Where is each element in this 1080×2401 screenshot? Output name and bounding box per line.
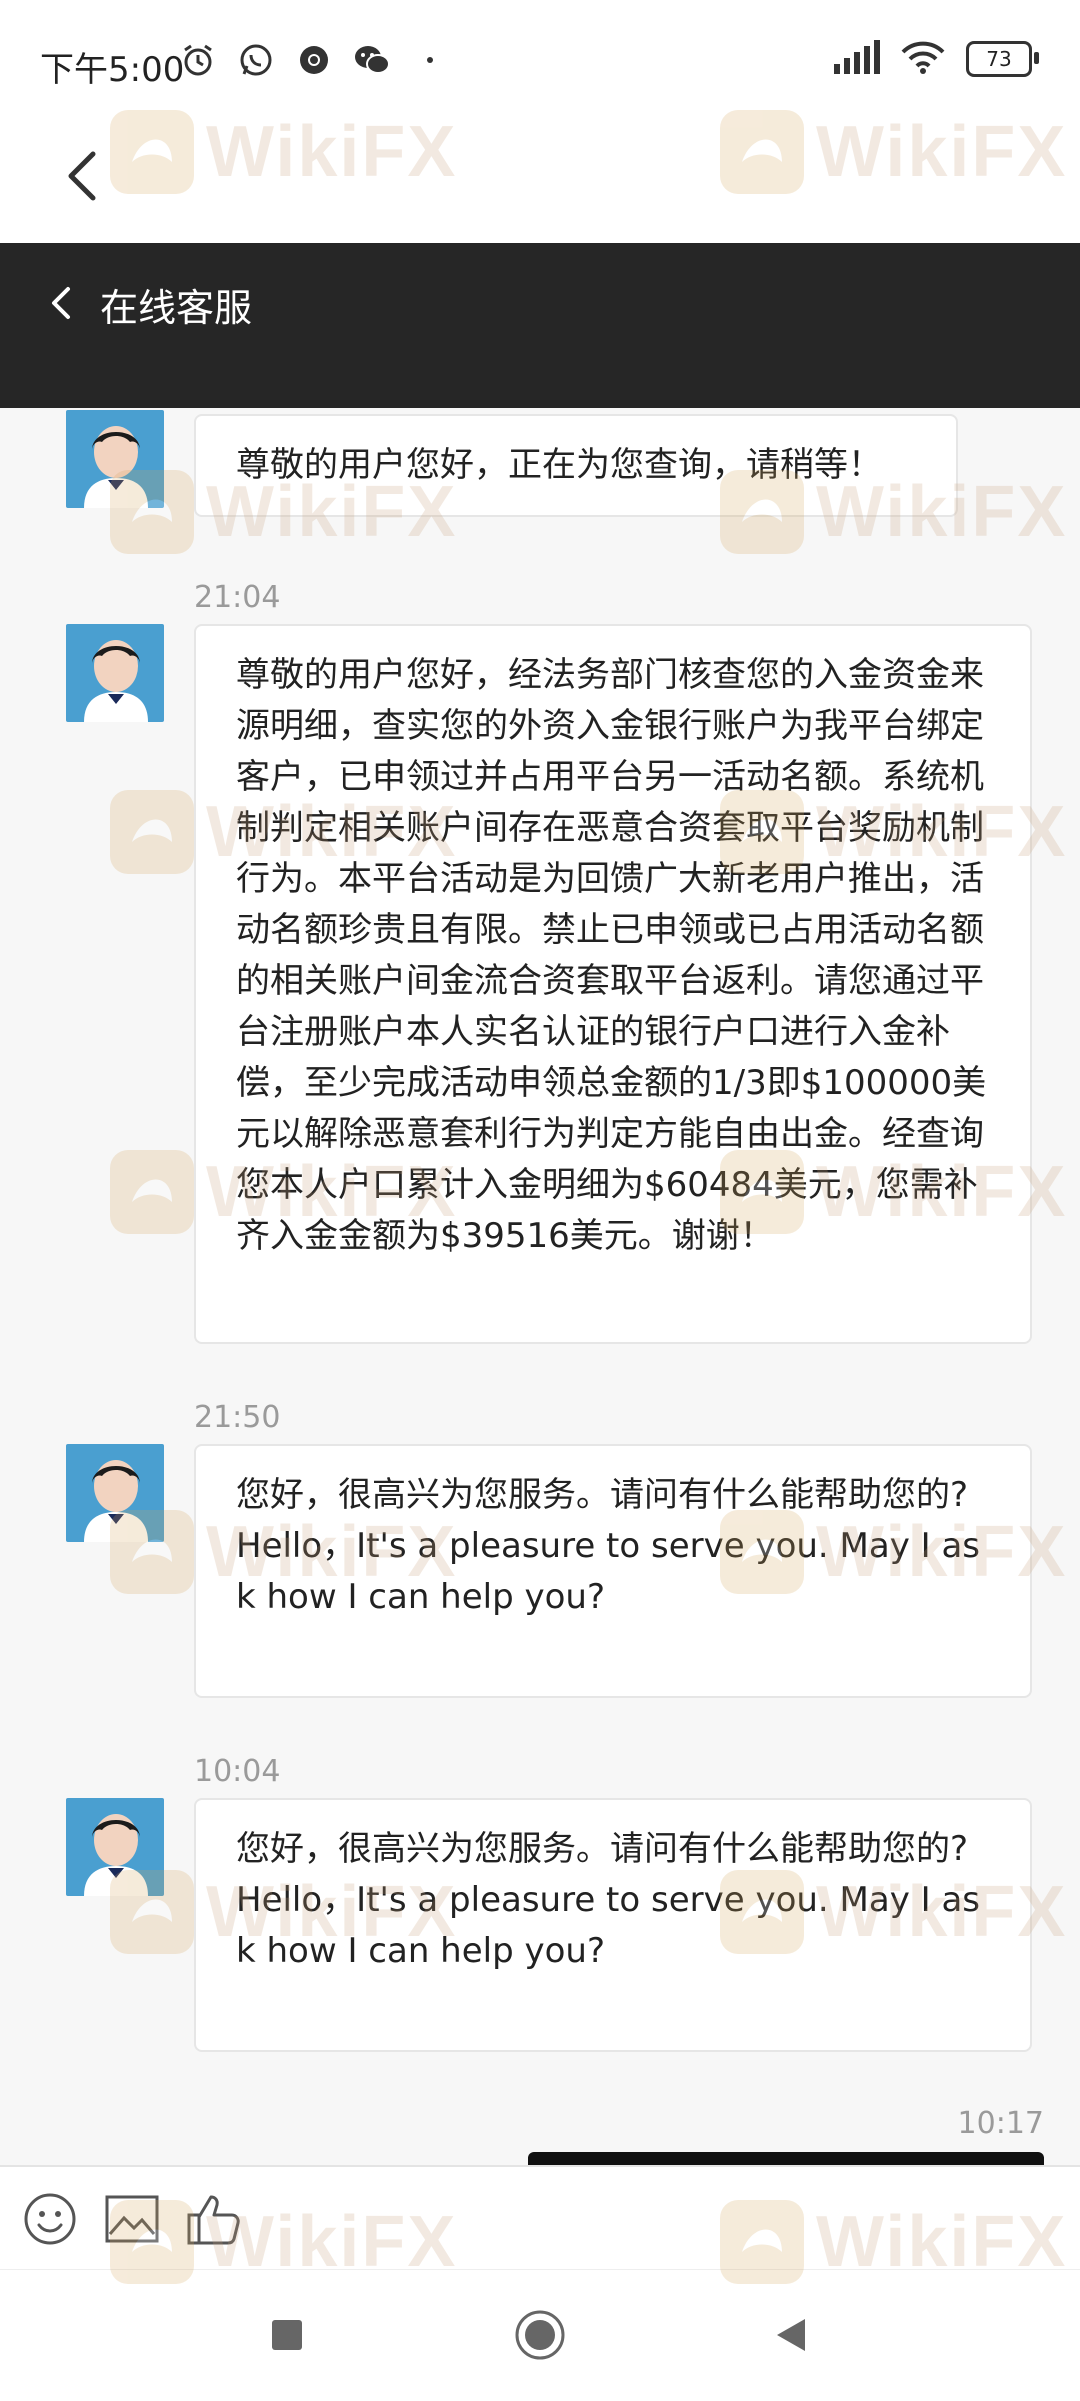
message-timestamp: 10:17 xyxy=(957,2106,1044,2141)
message-bubble: 尊敬的用户您好，正在为您查询，请稍等！ xyxy=(194,414,958,517)
wechat-icon xyxy=(352,40,392,80)
alarm-icon xyxy=(178,40,218,80)
battery-icon: 73 xyxy=(966,41,1039,77)
service-back-icon[interactable] xyxy=(40,273,80,333)
service-bar: 在线客服 xyxy=(0,243,1080,408)
agent-avatar xyxy=(66,624,164,722)
chevron-left-icon[interactable] xyxy=(55,146,115,206)
message-timestamp: 21:50 xyxy=(194,1400,281,1435)
status-bar: 下午5:00 73 xyxy=(0,0,1080,110)
agent-avatar xyxy=(66,1444,164,1542)
agent-avatar xyxy=(66,1798,164,1896)
thumbs-up-icon[interactable] xyxy=(184,2189,244,2249)
battery-level: 73 xyxy=(986,47,1012,71)
message-bubble: 尊敬的用户您好，经法务部门核查您的入金资金来源明细，查实您的外资入金银行账户为我… xyxy=(194,624,1032,1344)
app-header xyxy=(0,110,1080,243)
message-timestamp: 10:04 xyxy=(194,1754,281,1789)
chat-toolbar xyxy=(0,2165,1080,2271)
status-right: 73 xyxy=(832,40,1039,78)
emoji-icon[interactable] xyxy=(20,2189,80,2249)
recents-square-icon[interactable] xyxy=(252,2300,322,2370)
wifi-icon xyxy=(900,40,946,78)
status-time: 下午5:00 xyxy=(40,50,185,90)
system-nav-bar xyxy=(0,2269,1080,2401)
message-bubble: 您好，很高兴为您服务。请问有什么能帮助您的? Hello，It's a plea… xyxy=(194,1798,1032,2052)
chat-area[interactable]: 尊敬的用户您好，正在为您查询，请稍等！ 21:04 尊敬的用户您好，经法务部门核… xyxy=(0,408,1080,2165)
image-icon[interactable] xyxy=(102,2189,162,2249)
message-bubble: 您好，很高兴为您服务。请问有什么能帮助您的? Hello，It's a plea… xyxy=(194,1444,1032,1698)
dot-icon xyxy=(410,40,450,80)
agent-avatar xyxy=(66,410,164,508)
message-timestamp: 21:04 xyxy=(194,580,281,615)
chrome-icon xyxy=(294,40,334,80)
home-circle-icon[interactable] xyxy=(505,2300,575,2370)
back-triangle-icon[interactable] xyxy=(756,2300,826,2370)
status-icons-left xyxy=(178,40,450,80)
page-title: 在线客服 xyxy=(100,286,253,330)
signal-icon xyxy=(832,40,880,78)
whatsapp-icon xyxy=(236,40,276,80)
